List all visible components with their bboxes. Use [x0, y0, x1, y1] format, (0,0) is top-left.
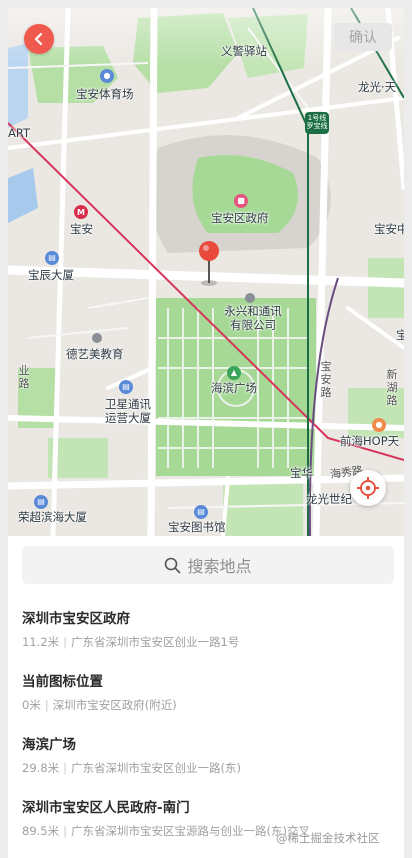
map-label-art: ART	[8, 126, 31, 140]
result-name: 海滨广场	[22, 737, 76, 753]
result-sub: 11.2米 | 广东省深圳市宝安区创业一路1号	[22, 635, 240, 649]
map-pin-icon	[199, 241, 219, 286]
map-label-weixing-tongxun: 卫星通讯 运营大厦	[105, 397, 151, 425]
shopping-icon: ●	[372, 418, 386, 432]
park-icon: ▲	[227, 366, 241, 380]
result-name: 深圳市宝安区政府	[22, 611, 130, 627]
back-button[interactable]	[24, 24, 54, 54]
result-distance: 11.2米	[22, 635, 60, 649]
map-view[interactable]: 义警驿站 ● 宝安体育场 龙光·天 ART 1号线 罗宝线 ■ 宝安区政府 M …	[8, 8, 404, 536]
locate-button[interactable]	[350, 470, 386, 506]
result-sub: 29.8米 | 广东省深圳市宝安区创业一路(东)	[22, 761, 241, 775]
map-label-baoan-stadium: 宝安体育场	[76, 87, 134, 101]
map-label-baochen-building: 宝辰大厦	[28, 268, 74, 282]
map-label-rongchao-binhai: 荣超滨海大厦	[18, 510, 87, 524]
map-label-longguang-tianxia: 龙光·天	[358, 80, 397, 94]
map-label-baoan-library: 宝安图书馆	[168, 520, 226, 534]
result-item[interactable]: 当前图标位置 0米 | 深圳市宝安区政府(附近)	[22, 673, 394, 727]
watermark: @稀土掘金技术社区	[276, 831, 380, 845]
result-address: 深圳市宝安区政府(附近)	[52, 698, 177, 712]
result-name: 当前图标位置	[22, 674, 103, 690]
app-frame: 义警驿站 ● 宝安体育场 龙光·天 ART 1号线 罗宝线 ■ 宝安区政府 M …	[8, 8, 404, 858]
government-icon: ■	[234, 194, 248, 208]
road-label-xinhu: 新湖路	[386, 368, 398, 407]
map-label-longguang-shiji: 龙光世纪	[306, 492, 352, 506]
result-name: 深圳市宝安区人民政府-南门	[22, 800, 190, 816]
building-icon: ▤	[45, 251, 59, 265]
stadium-icon: ●	[100, 69, 114, 83]
result-address: 广东省深圳市宝安区宝源路与创业一路(东)交叉	[70, 824, 310, 838]
map-label-deyi-school: 德艺美教育	[66, 347, 124, 361]
library-icon: ▤	[194, 505, 208, 519]
map-label-yongxinghe: 永兴和通讯 有限公司	[224, 304, 282, 332]
crosshair-icon	[357, 477, 379, 499]
map-label-yijing-station: 义警驿站	[221, 44, 267, 58]
map-label-haibin-square: 海滨广场	[211, 381, 257, 395]
result-sub: 0米 | 深圳市宝安区政府(附近)	[22, 698, 177, 712]
chevron-left-icon	[34, 32, 43, 46]
metro-station-icon: M	[74, 205, 88, 219]
result-distance: 29.8米	[22, 761, 60, 775]
map-label-baoan: 宝安	[70, 222, 93, 236]
map-label-qianhai-hop: 前海HOP天	[340, 434, 400, 448]
search-icon	[165, 557, 181, 573]
road-label-baoan: 宝安路	[320, 360, 332, 399]
result-item[interactable]: 深圳市宝安区政府 11.2米 | 广东省深圳市宝安区创业一路1号	[22, 610, 394, 664]
map-label-baoan-center: 宝安中	[374, 222, 404, 236]
office-icon: ▤	[119, 380, 133, 394]
poi-dot-icon	[245, 293, 255, 303]
bottom-panel: 搜索地点 深圳市宝安区政府 11.2米 | 广东省深圳市宝安区创业一路1号 当前图标…	[8, 536, 404, 858]
result-address: 广东省深圳市宝安区创业一路(东)	[70, 761, 241, 775]
result-distance: 89.5米	[22, 824, 60, 838]
map-label-baohua: 宝华	[290, 466, 313, 480]
result-address: 广东省深圳市宝安区创业一路1号	[70, 635, 240, 649]
map-label-baoan-district-gov: 宝安区政府	[211, 211, 269, 225]
confirm-button[interactable]: 确认	[334, 23, 392, 51]
metro-line-badge-text: 1号线 罗宝线	[306, 114, 328, 130]
result-item[interactable]: 海滨广场 29.8米 | 广东省深圳市宝安区创业一路(东)	[22, 736, 394, 790]
school-icon	[92, 333, 102, 343]
result-distance: 0米	[22, 698, 41, 712]
map-label-baocheng: 宝城	[396, 328, 404, 342]
metro-line-badge: 1号线 罗宝线	[305, 112, 329, 134]
road-label-yeye: 业路	[18, 364, 30, 390]
building-icon-2: ▤	[34, 495, 48, 509]
search-input[interactable]: 搜索地点	[22, 546, 394, 584]
search-placeholder: 搜索地点	[187, 557, 252, 576]
